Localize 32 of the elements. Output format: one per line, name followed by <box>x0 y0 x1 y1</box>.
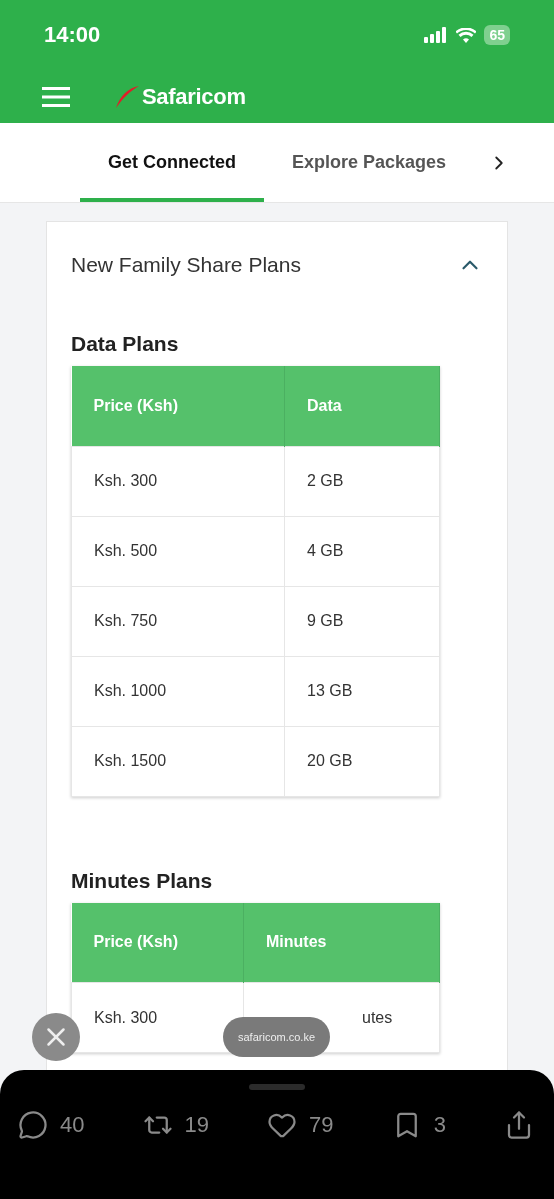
close-button[interactable] <box>32 1013 80 1061</box>
table-cell: 2 GB <box>284 446 440 516</box>
url-pill: safaricom.co.ke <box>223 1017 330 1057</box>
menu-icon[interactable] <box>42 86 70 107</box>
section-heading: Minutes Plans <box>71 868 214 893</box>
reply-icon <box>18 1110 48 1140</box>
section-heading: Data Plans <box>71 332 180 356</box>
wifi-icon <box>456 27 477 43</box>
table-cell: 13 GB <box>284 656 440 726</box>
bookmark-button[interactable]: 3 <box>391 1110 446 1140</box>
table-cell: 4 GB <box>284 516 440 586</box>
repost-button[interactable]: 19 <box>142 1110 210 1140</box>
table-cell: 9 GB <box>284 586 440 656</box>
nav-tab[interactable]: Explore Packages <box>264 123 475 202</box>
table-cell: Ksh. 1500 <box>71 726 285 796</box>
nav-tab[interactable]: Get Connected <box>80 123 264 202</box>
column-header: Data <box>284 366 440 446</box>
accordion-header[interactable]: New Family Share Plans <box>71 222 483 278</box>
like-button[interactable]: 79 <box>267 1110 334 1140</box>
column-header: Price (Ksh) <box>71 902 244 983</box>
table-cell: Ksh. 300 <box>71 446 285 516</box>
drag-handle[interactable] <box>249 1084 305 1090</box>
reply-button[interactable]: 40 <box>18 1110 85 1140</box>
table-cell: Ksh. 500 <box>71 516 285 586</box>
signal-icon <box>424 27 449 43</box>
status-time: 14:00 <box>44 22 102 48</box>
table-cell: 20 GB <box>284 726 440 796</box>
column-header: Price (Ksh) <box>71 366 285 446</box>
table-cell: Ksh. 1000 <box>71 656 285 726</box>
column-header: Minutes <box>243 902 440 983</box>
table-cell: Ksh. 750 <box>71 586 285 656</box>
battery-indicator: 65 <box>484 25 510 45</box>
